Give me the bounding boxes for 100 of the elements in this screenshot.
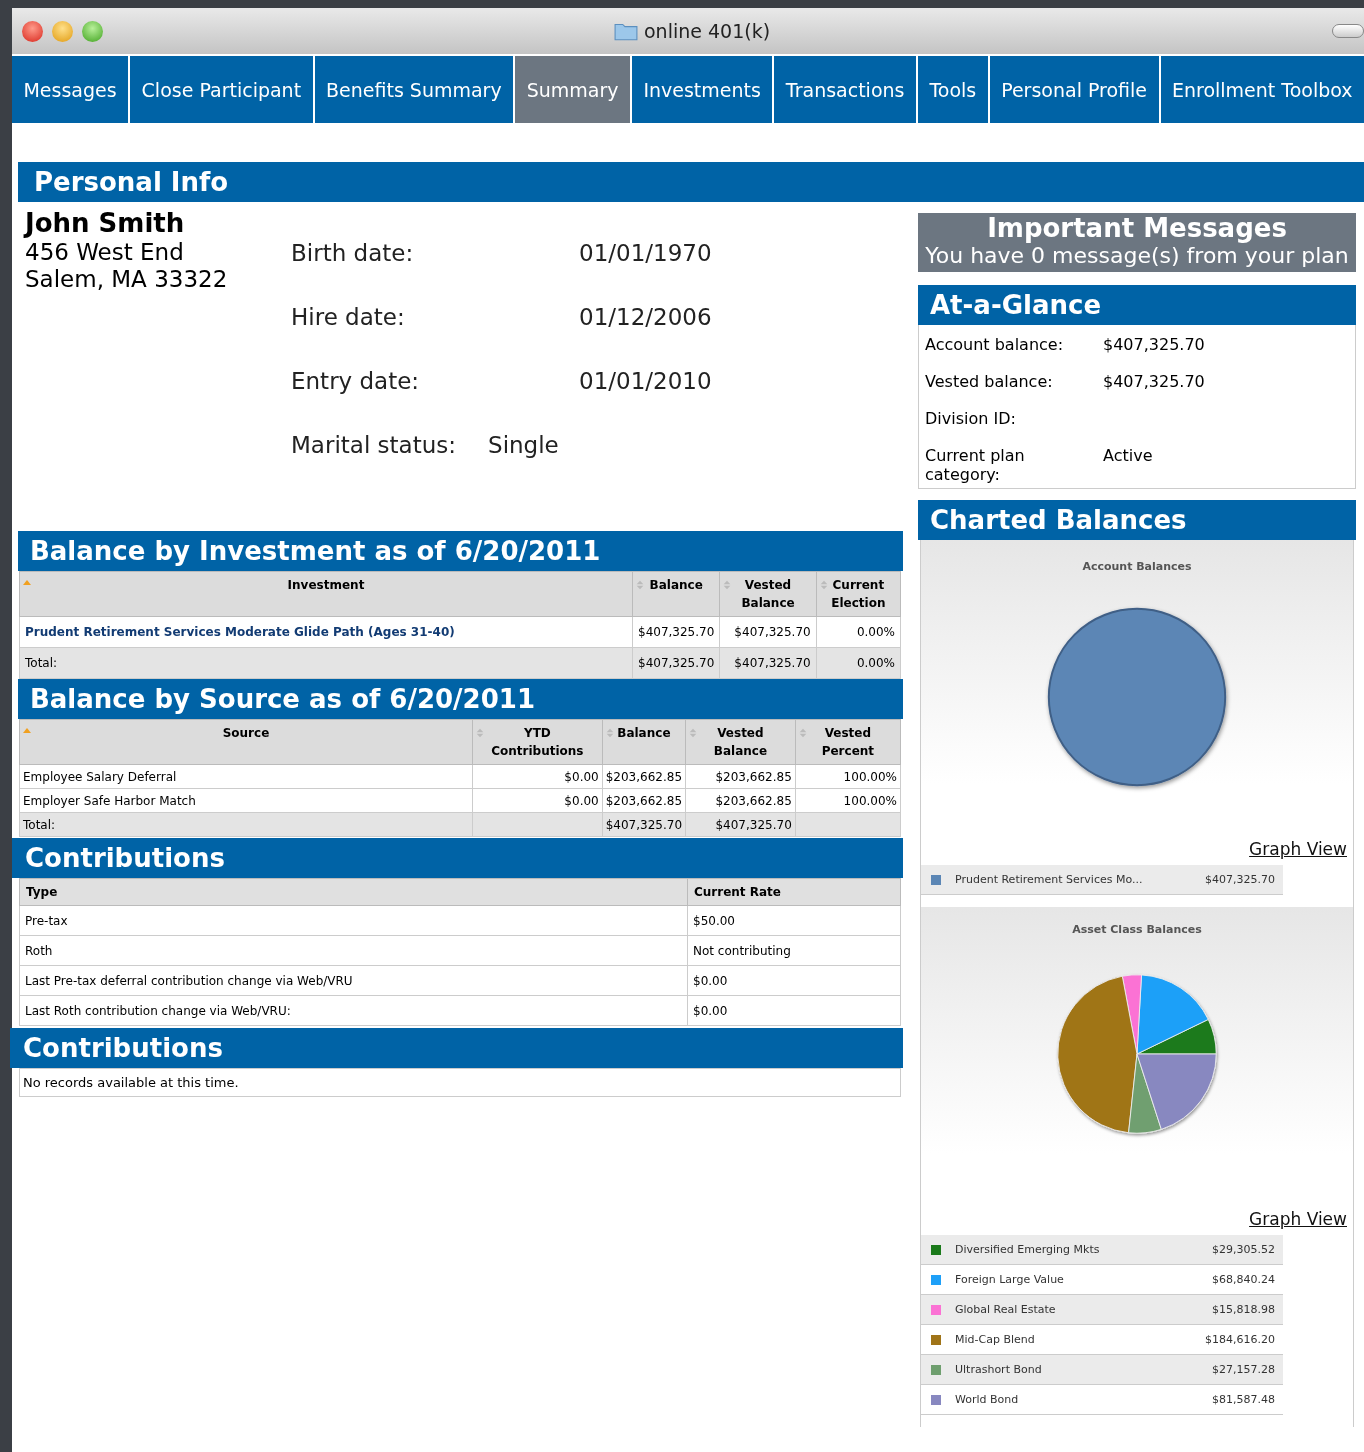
chart-title: Asset Class Balances — [1072, 923, 1202, 936]
graph-view-link[interactable]: Graph View — [1249, 1209, 1347, 1229]
field-value: 01/01/1970 — [579, 240, 712, 268]
section-header: Balance by Source as of 6/20/2011 — [18, 679, 903, 719]
legend-value: $407,325.70 — [1205, 873, 1275, 886]
column-header[interactable]: Vested Percent — [795, 719, 901, 765]
legend-label: Ultrashort Bond — [955, 1363, 1043, 1376]
total-cell: $407,325.70 — [719, 647, 817, 679]
table-cell: $0.00 — [472, 788, 603, 813]
table-cell: 100.00% — [795, 788, 901, 813]
table-cell: $203,662.85 — [685, 764, 796, 789]
field-value: Active — [1103, 446, 1153, 467]
column-header[interactable]: Vested Balance — [685, 719, 796, 765]
sort-ascending-icon[interactable] — [23, 728, 31, 733]
window-title: online 401(k) — [644, 20, 771, 42]
section-header: Charted Balances — [918, 500, 1356, 540]
field-value: Single — [488, 432, 559, 460]
column-header[interactable]: Current Election — [816, 571, 901, 617]
table-cell: Not contributing — [687, 935, 901, 966]
legend-value: $15,818.98 — [1212, 1303, 1275, 1316]
legend-label: Diversified Emerging Mkts — [955, 1243, 1101, 1256]
field-label: Hire date: — [291, 304, 406, 332]
graph-view-link[interactable]: Graph View — [1249, 839, 1347, 859]
zoom-button[interactable] — [82, 20, 103, 42]
legend-label: Prudent Retirement Services Mo... — [955, 873, 1144, 886]
table-cell: Last Roth contribution change via Web/VRU: — [19, 995, 688, 1026]
field-value: 01/01/2010 — [579, 368, 712, 396]
legend-label: Mid-Cap Blend — [955, 1333, 1036, 1346]
table-cell: $0.00 — [687, 965, 901, 996]
address-line: 456 West End — [25, 239, 185, 265]
address-line: Salem, MA 33322 — [25, 266, 229, 292]
messages-text: You have 0 message(s) from your plan — [924, 243, 1350, 268]
nav-tab[interactable]: Enrollment Toolbox — [1160, 56, 1364, 123]
total-cell: $407,325.70 — [685, 812, 796, 837]
section-header: Contributions — [12, 838, 903, 878]
panel-title: Important Messages — [986, 213, 1288, 243]
column-header[interactable]: Investment — [19, 571, 633, 617]
table-cell: $0.00 — [687, 995, 901, 1026]
column-header[interactable]: Source — [19, 719, 473, 765]
table-cell: Employee Salary Deferral — [19, 764, 473, 789]
sort-icon[interactable] — [723, 580, 732, 590]
field-label: Entry date: — [291, 368, 421, 396]
legend-label: Global Real Estate — [955, 1303, 1057, 1316]
sort-ascending-icon[interactable] — [23, 580, 31, 585]
table-cell: Last Pre-tax deferral contribution change via Web/VRU — [19, 965, 688, 996]
table-cell: Pre-tax — [19, 905, 688, 936]
nav-tab[interactable]: Close Participant — [130, 56, 313, 123]
sort-icon[interactable] — [689, 728, 698, 738]
field-label: Birth date: — [291, 240, 415, 268]
toolbar-toggle-button[interactable] — [1332, 24, 1364, 38]
field-value: $407,325.70 — [1103, 372, 1205, 393]
table-cell: $203,662.85 — [685, 788, 796, 813]
legend-label: Foreign Large Value — [955, 1273, 1065, 1286]
table-cell: $407,325.70 — [719, 616, 817, 648]
section-header: Personal Info — [18, 162, 1364, 202]
section-header: Balance by Investment as of 6/20/2011 — [18, 531, 903, 571]
sort-icon[interactable] — [605, 728, 614, 738]
folder-icon — [614, 21, 638, 41]
nav-tab[interactable]: Personal Profile — [989, 56, 1159, 123]
empty-message: No records available at this time. — [19, 1068, 901, 1097]
field-label: Division ID: — [925, 409, 1017, 430]
sort-icon[interactable] — [798, 728, 807, 738]
table-cell: $0.00 — [472, 764, 603, 789]
chart-title: Account Balances — [1082, 560, 1192, 573]
column-header: Current Rate — [687, 878, 901, 906]
table-cell: $407,325.70 — [632, 616, 720, 648]
table-cell: $203,662.85 — [602, 788, 686, 813]
close-button[interactable] — [22, 20, 43, 42]
nav-tab[interactable]: Benefits Summary — [314, 56, 514, 123]
nav-tab[interactable]: Transactions — [774, 56, 916, 123]
legend-value: $184,616.20 — [1205, 1333, 1275, 1346]
field-value: 01/12/2006 — [579, 304, 712, 332]
nav-tab[interactable]: Investments — [631, 56, 773, 123]
total-cell: Total: — [19, 647, 633, 679]
participant-name: John Smith — [25, 208, 186, 238]
field-label: Current plan category: — [925, 446, 1026, 484]
sort-icon[interactable] — [819, 580, 828, 590]
minimize-button[interactable] — [52, 20, 73, 42]
total-cell: Total: — [19, 812, 473, 837]
nav-tab[interactable]: Tools — [917, 56, 988, 123]
column-header[interactable]: YTD Contributions — [472, 719, 603, 765]
sort-icon[interactable] — [636, 580, 644, 590]
section-header: Contributions — [10, 1028, 903, 1068]
legend-value: $29,305.52 — [1212, 1243, 1275, 1256]
nav-tab[interactable]: Messages — [12, 56, 129, 123]
column-header[interactable]: Balance — [632, 571, 720, 617]
total-cell: $407,325.70 — [632, 647, 720, 679]
column-header[interactable]: Vested Balance — [719, 571, 817, 617]
nav-tab[interactable]: Summary — [515, 56, 630, 123]
field-label: Account balance: — [925, 335, 1065, 356]
field-value: $407,325.70 — [1103, 335, 1205, 356]
total-cell: 0.00% — [816, 647, 901, 679]
field-label: Vested balance: — [925, 372, 1054, 393]
field-label: Marital status: — [291, 432, 457, 460]
table-cell: $203,662.85 — [602, 764, 686, 789]
table-cell: Roth — [19, 935, 688, 966]
table-cell: $50.00 — [687, 905, 901, 936]
column-header[interactable]: Balance — [602, 719, 686, 765]
table-cell: 100.00% — [795, 764, 901, 789]
sort-icon[interactable] — [476, 728, 484, 738]
